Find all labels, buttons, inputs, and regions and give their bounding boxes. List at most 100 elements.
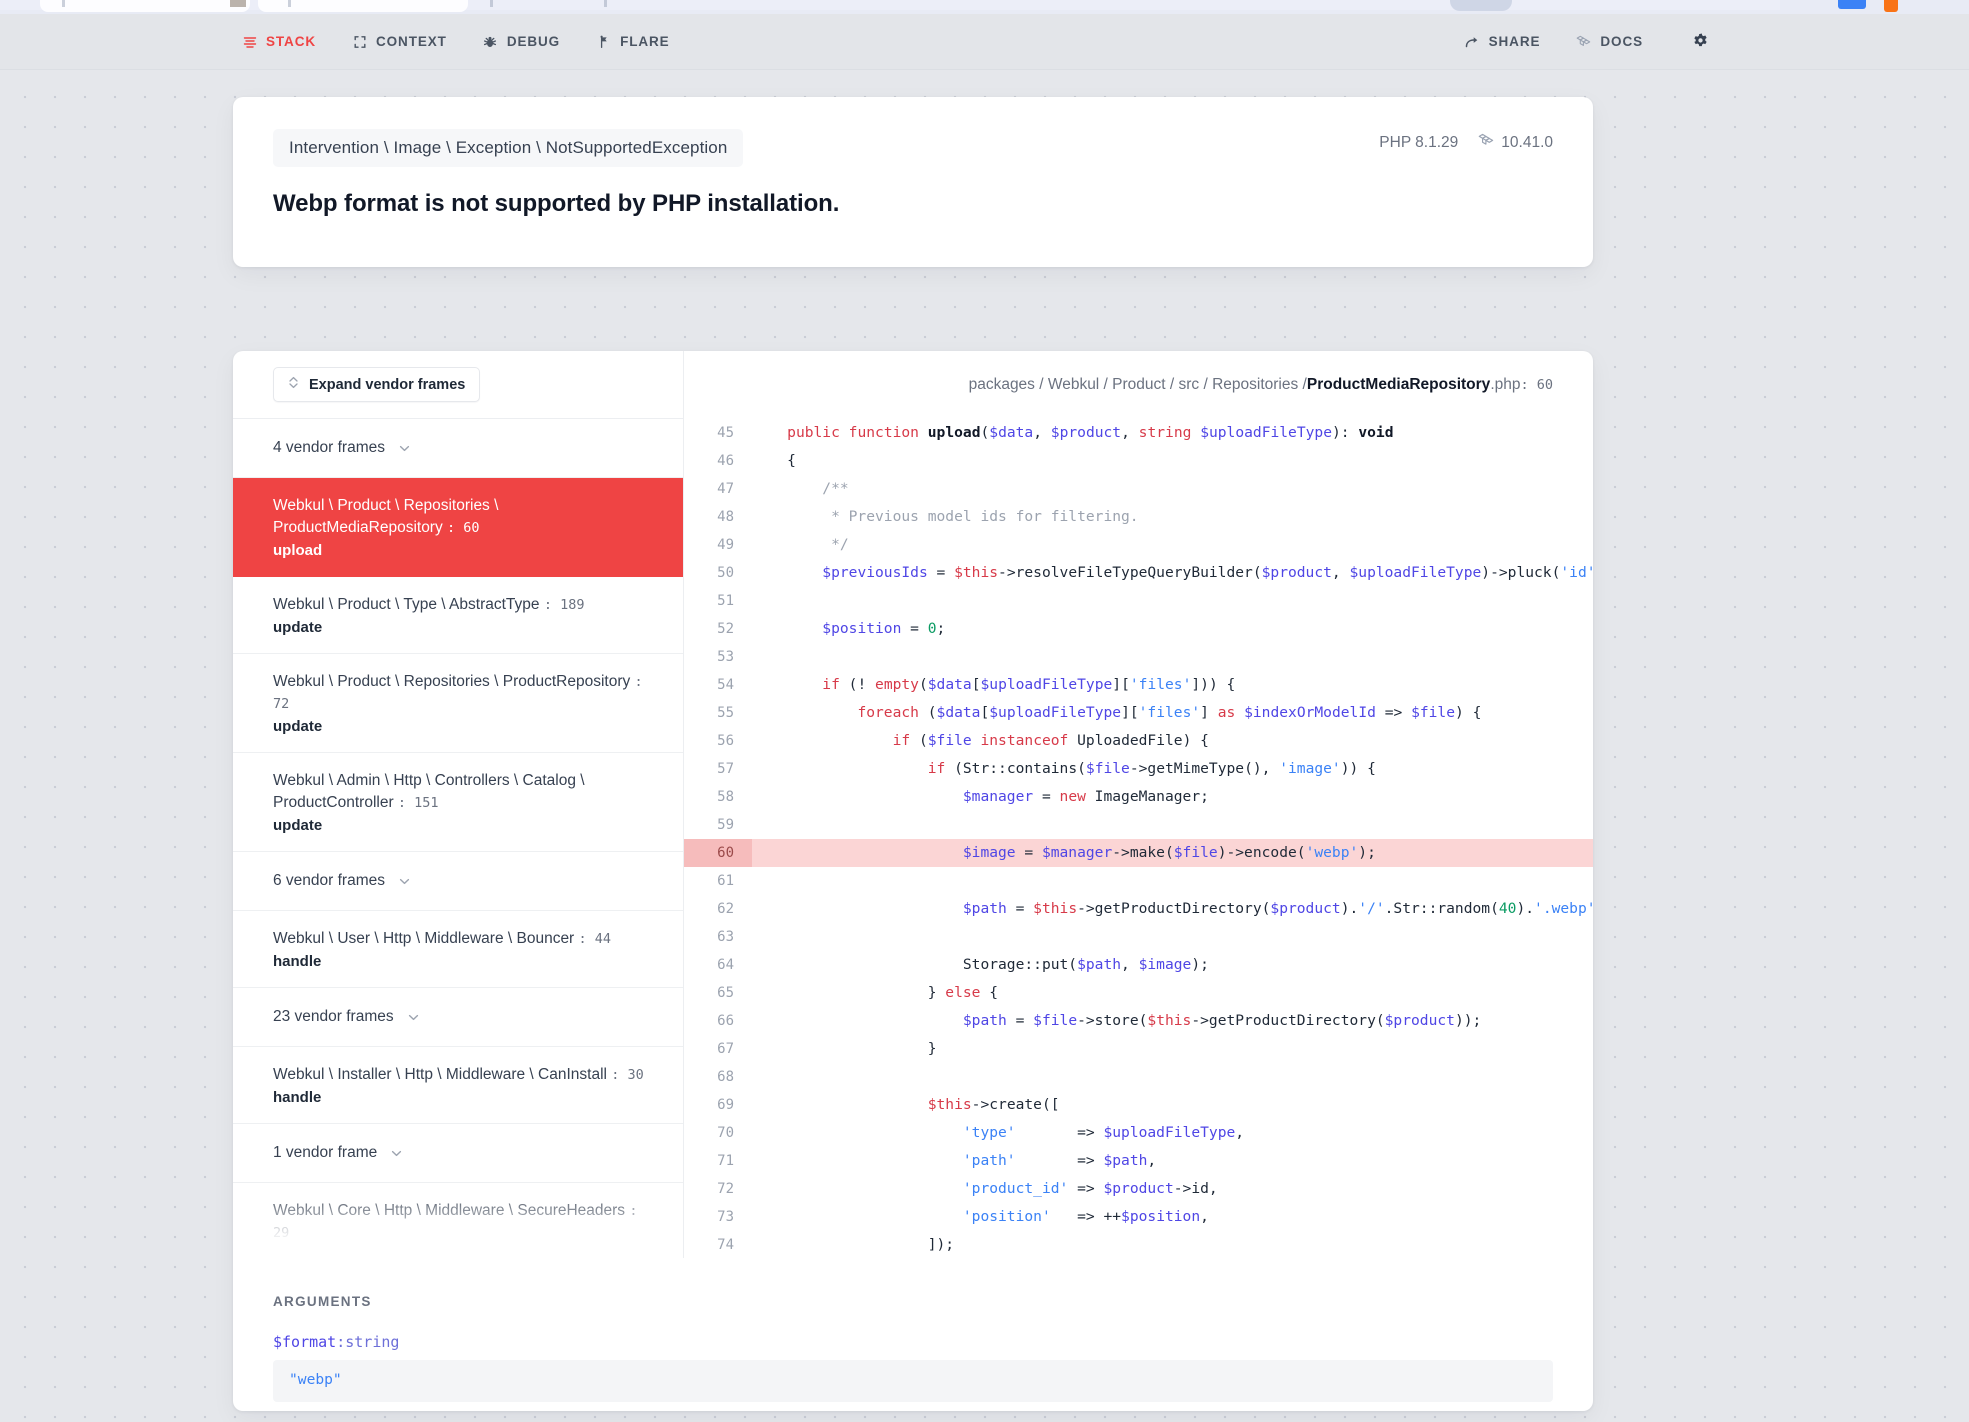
vendor-frames-toggle[interactable]: 23 vendor frames xyxy=(233,988,683,1047)
frame-row[interactable]: Webkul \ Product \ Repositories \ Produc… xyxy=(233,654,683,753)
code-line: 68 xyxy=(684,1063,1593,1091)
frame-row[interactable]: Webkul \ Core \ Http \ Middleware \ Secu… xyxy=(233,1183,683,1258)
argument-value: "webp" xyxy=(273,1360,1553,1402)
code-line: 49 */ xyxy=(684,531,1593,559)
code-line-number: 61 xyxy=(717,873,734,889)
code-pane: packages / Webkul / Product / src / Repo… xyxy=(684,351,1593,1258)
vendor-frames-label: 1 vendor frame xyxy=(273,1144,378,1161)
code-lines: 45 public function upload($data, $produc… xyxy=(684,419,1593,1258)
code-line-number: 52 xyxy=(717,621,734,637)
code-line: 45 public function upload($data, $produc… xyxy=(684,419,1593,447)
tab-flare-label: FLARE xyxy=(620,34,670,49)
frames-pane: Expand vendor frames 4 vendor frames Webk… xyxy=(233,351,684,1258)
gear-icon[interactable] xyxy=(1683,25,1717,59)
browser-chrome-sliver xyxy=(0,0,1969,14)
brackets-icon xyxy=(352,34,367,49)
docs-label: DOCS xyxy=(1600,34,1643,49)
code-line: 65 } else { xyxy=(684,979,1593,1007)
frame-method: handle xyxy=(273,953,322,970)
frame-row[interactable]: Webkul \ Installer \ Http \ Middleware \… xyxy=(233,1047,683,1124)
expand-vendor-frames-button[interactable]: Expand vendor frames xyxy=(273,367,481,402)
browser-tab[interactable] xyxy=(40,0,250,12)
extension-icon[interactable] xyxy=(1838,0,1866,9)
tab-favicon xyxy=(62,0,65,7)
code-line-number: 58 xyxy=(717,789,734,805)
code-line-source: */ xyxy=(752,536,849,553)
tab-context[interactable]: CONTEXT xyxy=(334,28,465,55)
share-arrow-icon xyxy=(1465,34,1480,49)
code-line-number: 49 xyxy=(717,537,734,553)
code-line-number: 64 xyxy=(717,957,734,973)
frame-line-number: : 44 xyxy=(578,931,612,947)
tab-flare[interactable]: FLARE xyxy=(578,28,688,55)
code-line: 73 'position' => ++$position, xyxy=(684,1203,1593,1231)
code-line-source: 'path' => $path, xyxy=(962,1152,1157,1169)
frame-method: upload xyxy=(273,542,323,559)
code-line-number: 70 xyxy=(717,1125,734,1141)
stack-detail-card: Expand vendor frames 4 vendor frames Webk… xyxy=(233,351,1593,1411)
code-line-number: 56 xyxy=(717,733,734,749)
chevron-down-icon xyxy=(398,442,411,455)
code-path-ext: .php xyxy=(1490,376,1521,393)
frame-line-number: : 189 xyxy=(543,597,585,613)
code-line-source: $image = $manager->make($file)->encode('… xyxy=(962,844,1376,861)
code-line-source: $position = 0; xyxy=(822,620,946,637)
code-line: 51 xyxy=(684,587,1593,615)
vendor-frames-toggle[interactable]: 4 vendor frames xyxy=(233,419,683,478)
exception-class-badge: Intervention \ Image \ Exception \ NotSu… xyxy=(273,129,744,167)
tab-favicon xyxy=(490,0,493,7)
vendor-frames-toggle[interactable]: 1 vendor frame xyxy=(233,1124,683,1183)
code-file-path[interactable]: packages / Webkul / Product / src / Repo… xyxy=(684,351,1593,419)
argument-type: :string xyxy=(336,1333,400,1351)
code-line-number: 51 xyxy=(717,593,734,609)
code-line-number: 69 xyxy=(717,1097,734,1113)
code-line: 52 $position = 0; xyxy=(684,615,1593,643)
exception-meta: PHP 8.1.29 10.41.0 xyxy=(1379,133,1553,153)
vendor-frames-label: 23 vendor frames xyxy=(273,1008,394,1025)
arguments-list: $format:string"webp"$quality:int90 xyxy=(273,1333,1553,1411)
nav-left-group: STACK CONTEXT DEBUG FLARE xyxy=(224,28,688,55)
frame-row[interactable]: Webkul \ Product \ Type \ AbstractType :… xyxy=(233,577,683,654)
tab-favicon xyxy=(604,0,607,7)
frame-class: Webkul \ Product \ Repositories \ Produc… xyxy=(273,673,643,712)
frames-list: 4 vendor frames Webkul \ Product \ Reposi… xyxy=(233,419,683,1258)
code-line: 50 $previousIds = $this->resolveFileType… xyxy=(684,559,1593,587)
code-line-source: Storage::put($path, $image); xyxy=(752,956,1209,973)
frame-row[interactable]: Webkul \ User \ Http \ Middleware \ Boun… xyxy=(233,911,683,988)
extension-icon[interactable] xyxy=(1884,0,1898,12)
code-line-highlighted: 60 $image = $manager->make($file)->encod… xyxy=(684,839,1593,867)
frame-row-selected[interactable]: Webkul \ Product \ Repositories \ Produc… xyxy=(233,478,683,577)
chevron-down-icon xyxy=(390,1147,403,1160)
docs-button[interactable]: DOCS xyxy=(1558,28,1661,55)
code-line-source: } xyxy=(752,1040,937,1057)
expand-vendor-bar: Expand vendor frames xyxy=(233,351,683,419)
tab-debug[interactable]: DEBUG xyxy=(465,28,578,55)
code-line-source: $path = $this->getProductDirectory($prod… xyxy=(962,900,1593,917)
code-line: 72 'product_id' => $product->id, xyxy=(684,1175,1593,1203)
code-line-source: 'type' => $uploadFileType, xyxy=(962,1124,1245,1141)
code-line-source: public function upload($data, $product, … xyxy=(787,424,1394,441)
code-line-source: $this->create([ xyxy=(927,1096,1060,1113)
code-line-source: ]); xyxy=(752,1236,955,1253)
php-version-label: PHP 8.1.29 xyxy=(1379,134,1459,151)
argument-label: $format:string xyxy=(273,1333,1553,1351)
vendor-frames-toggle[interactable]: 6 vendor frames xyxy=(233,852,683,911)
expand-vendor-frames-label: Expand vendor frames xyxy=(309,376,466,393)
code-line: 74 ]); xyxy=(684,1231,1593,1258)
frame-method: update xyxy=(273,718,323,735)
arguments-section: ARGUMENTS $format:string"webp"$quality:i… xyxy=(233,1258,1593,1411)
frame-row[interactable]: Webkul \ Admin \ Http \ Controllers \ Ca… xyxy=(233,753,683,852)
tab-debug-label: DEBUG xyxy=(506,34,561,49)
address-bar[interactable] xyxy=(1450,0,1512,11)
chevron-down-icon xyxy=(398,875,411,888)
updown-chevrons-icon xyxy=(288,376,299,393)
frame-line-number: : 151 xyxy=(397,795,439,811)
code-line-source: * Previous model ids for filtering. xyxy=(752,508,1139,525)
code-line-number: 65 xyxy=(717,985,734,1001)
code-path-line: : 60 xyxy=(1520,377,1553,393)
code-line: 48 * Previous model ids for filtering. xyxy=(684,503,1593,531)
share-button[interactable]: SHARE xyxy=(1447,28,1559,55)
tab-stack[interactable]: STACK xyxy=(224,28,334,55)
code-line-number: 60 xyxy=(684,839,752,867)
laravel-icon xyxy=(1576,34,1591,49)
